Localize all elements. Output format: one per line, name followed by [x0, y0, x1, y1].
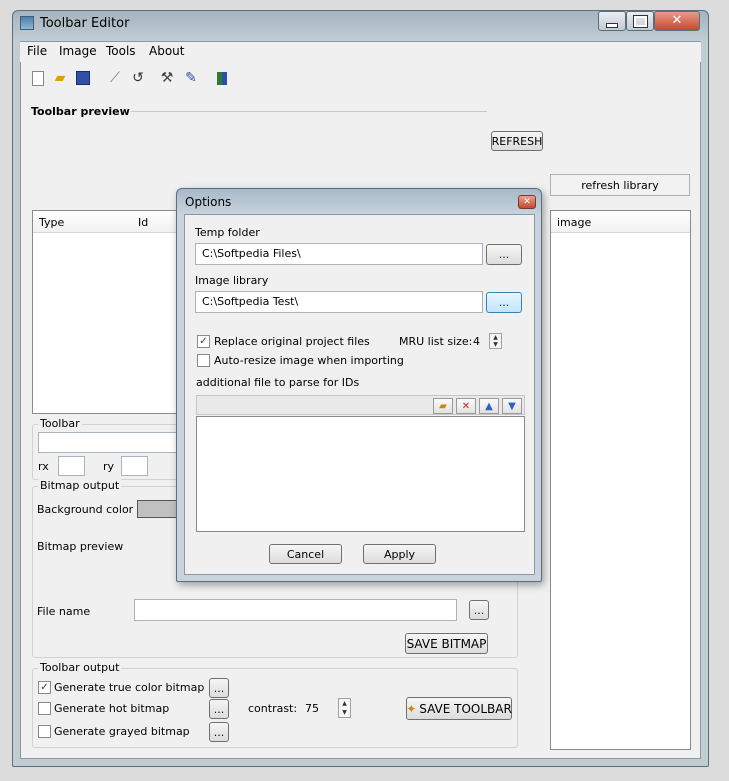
app-icon — [20, 16, 34, 30]
down-arrow-icon[interactable]: ▼ — [493, 341, 498, 348]
replace-files-label: Replace original project files — [214, 335, 370, 348]
grayed-bitmap-checkbox[interactable] — [38, 725, 51, 738]
auto-resize-label: Auto-resize image when importing — [214, 354, 404, 367]
close-icon: ✕ — [523, 197, 531, 207]
window-title: Toolbar Editor — [40, 16, 130, 31]
image-column-label: image — [557, 216, 592, 229]
hot-bitmap-browse-button[interactable]: ... — [209, 699, 229, 719]
add-folder-icon[interactable]: ▰ — [433, 398, 453, 414]
move-down-icon[interactable]: ▼ — [502, 398, 522, 414]
contrast-label: contrast: — [248, 702, 298, 715]
wand-icon[interactable]: ⚒ — [157, 68, 177, 88]
file-name-label: File name — [37, 605, 91, 618]
mru-value[interactable]: 4 — [473, 335, 480, 348]
contrast-spinner[interactable]: ▲ ▼ — [338, 698, 351, 718]
divider — [131, 111, 487, 112]
auto-resize-checkbox[interactable] — [197, 354, 210, 367]
undo-icon[interactable]: ↺ — [128, 68, 148, 88]
temp-folder-label: Temp folder — [195, 226, 260, 239]
true-color-label: Generate true color bitmap — [54, 681, 205, 694]
move-up-icon[interactable]: ▲ — [479, 398, 499, 414]
maximize-icon — [632, 15, 648, 28]
background-color-swatch[interactable] — [137, 500, 181, 518]
menu-tools[interactable]: Tools — [106, 44, 136, 58]
delete-icon[interactable]: ✕ — [456, 398, 476, 414]
close-icon: ✕ — [671, 13, 683, 28]
true-color-browse-button[interactable]: ... — [209, 678, 229, 698]
replace-files-checkbox[interactable]: ✓ — [197, 335, 210, 348]
edit-icon[interactable]: ✎ — [181, 68, 201, 88]
rx-input[interactable] — [58, 456, 85, 476]
down-arrow-icon[interactable]: ▼ — [342, 709, 347, 716]
wand-icon: ✦ — [406, 701, 417, 716]
image-library-label: Image library — [195, 274, 269, 287]
up-arrow-icon[interactable]: ▲ — [493, 334, 498, 341]
save-toolbar-label: SAVE TOOLBAR — [419, 701, 512, 716]
minimize-button[interactable] — [598, 11, 626, 31]
save-disk-icon[interactable] — [73, 68, 93, 88]
temp-folder-input[interactable]: C:\Softpedia Files\ — [195, 243, 483, 265]
toolbar-group-label: Toolbar — [38, 417, 82, 430]
resource-table[interactable] — [32, 210, 182, 414]
contrast-value[interactable]: 75 — [305, 702, 319, 715]
rx-label: rx — [38, 460, 49, 473]
close-button[interactable]: ✕ — [654, 11, 700, 31]
apply-button[interactable]: Apply — [363, 544, 436, 564]
toolbar-output-label: Toolbar output — [38, 661, 122, 674]
menu-file[interactable]: File — [27, 44, 47, 58]
image-library-list[interactable] — [550, 210, 691, 750]
cancel-button[interactable]: Cancel — [269, 544, 342, 564]
column-type[interactable]: Type — [39, 216, 64, 229]
additional-file-list[interactable] — [196, 416, 525, 532]
menu-image[interactable]: Image — [59, 44, 97, 58]
true-color-checkbox[interactable]: ✓ — [38, 681, 51, 694]
mru-spinner[interactable]: ▲ ▼ — [489, 333, 502, 349]
export-icon[interactable] — [212, 68, 232, 88]
ry-label: ry — [103, 460, 115, 473]
save-toolbar-button[interactable]: ✦ SAVE TOOLBAR — [406, 697, 512, 720]
toolbar-name-input[interactable] — [38, 432, 182, 453]
hot-bitmap-checkbox[interactable] — [38, 702, 51, 715]
hot-bitmap-label: Generate hot bitmap — [54, 702, 170, 715]
maximize-button[interactable] — [626, 11, 654, 31]
menu-about[interactable]: About — [149, 44, 184, 58]
bitmap-preview-label: Bitmap preview — [37, 540, 124, 553]
additional-file-label: additional file to parse for IDs — [196, 376, 360, 389]
bitmap-output-label: Bitmap output — [38, 479, 122, 492]
new-file-icon[interactable] — [28, 68, 48, 88]
ry-input[interactable] — [121, 456, 148, 476]
column-id[interactable]: Id — [138, 216, 148, 229]
save-bitmap-button[interactable]: SAVE BITMAP — [405, 633, 488, 654]
temp-folder-browse-button[interactable]: ... — [486, 244, 522, 265]
image-library-input[interactable]: C:\Softpedia Test\ — [195, 291, 483, 313]
grayed-bitmap-label: Generate grayed bitmap — [54, 725, 190, 738]
background-color-label: Background color — [37, 503, 134, 516]
dialog-title: Options — [185, 195, 232, 209]
open-folder-icon[interactable]: ▰ — [50, 68, 70, 88]
refresh-button[interactable]: REFRESH — [491, 131, 543, 151]
toolbar-preview-heading: Toolbar preview — [31, 105, 130, 118]
mru-label: MRU list size: — [399, 335, 473, 348]
file-name-input[interactable] — [134, 599, 457, 621]
grayed-bitmap-browse-button[interactable]: ... — [209, 722, 229, 742]
up-arrow-icon[interactable]: ▲ — [342, 700, 347, 707]
minimize-icon — [606, 23, 618, 28]
refresh-library-button[interactable]: refresh library — [550, 174, 690, 196]
file-name-browse-button[interactable]: ... — [469, 600, 489, 620]
image-library-browse-button[interactable]: ... — [486, 292, 522, 313]
dialog-close-button[interactable]: ✕ — [518, 195, 536, 209]
ruler-icon[interactable]: ⟋ — [105, 68, 125, 88]
